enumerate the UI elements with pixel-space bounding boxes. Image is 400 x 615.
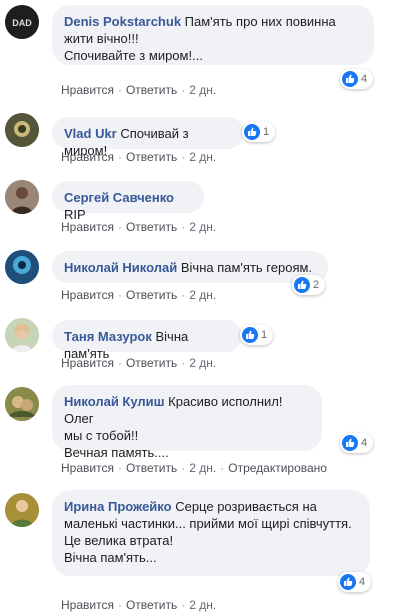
- reaction-number: 1: [261, 329, 268, 341]
- reply-link[interactable]: Ответить: [126, 356, 177, 370]
- comment-author[interactable]: Николай Николай: [64, 260, 177, 275]
- comment-bubble: Сергей Савченко RIP: [52, 181, 204, 222]
- comment-actions: Нравится · Ответить · 2 дн.: [61, 150, 217, 164]
- reply-link[interactable]: Ответить: [126, 220, 177, 234]
- comment-actions: Нравится · Ответить · 2 дн. · Отредактировано: [61, 461, 327, 475]
- comment: Николай Николай Вічна пам'ять героям. 2 …: [0, 248, 400, 313]
- avatar[interactable]: DAD: [5, 5, 39, 39]
- comment-text: Вічна пам'ять героям.: [180, 260, 313, 275]
- avatar[interactable]: [5, 387, 39, 421]
- reply-link[interactable]: Ответить: [126, 83, 177, 97]
- timestamp[interactable]: 2 дн.: [189, 220, 216, 234]
- like-thumb-icon: [244, 124, 260, 140]
- like-thumb-icon: [242, 327, 258, 343]
- reaction-count[interactable]: 4: [340, 69, 374, 89]
- avatar[interactable]: [5, 493, 39, 527]
- reply-link[interactable]: Ответить: [126, 150, 177, 164]
- like-thumb-icon: [340, 574, 356, 590]
- comment: Сергей Савченко RIP Нравится · Ответить · 2 …: [0, 175, 400, 245]
- like-link[interactable]: Нравится: [61, 598, 114, 612]
- avatar[interactable]: [5, 250, 39, 284]
- comment-bubble: Denis Pokstarchuk Пам'ять про них повинн…: [52, 5, 374, 65]
- comment-actions: Нравится · Ответить · 2 дн.: [61, 83, 217, 97]
- avatar[interactable]: [5, 318, 39, 352]
- comment-actions: Нравится · Ответить · 2 дн.: [61, 356, 217, 370]
- avatar[interactable]: [5, 180, 39, 214]
- comment-bubble: Николай Кулиш Красиво исполнил!Олег мы с …: [52, 385, 322, 460]
- reaction-count[interactable]: 4: [340, 433, 374, 453]
- comment-actions: Нравится · Ответить · 2 дн.: [61, 220, 217, 234]
- svg-text:DAD: DAD: [12, 18, 32, 28]
- comment-actions: Нравится · Ответить · 2 дн.: [61, 598, 217, 612]
- timestamp[interactable]: 2 дн.: [189, 150, 216, 164]
- reaction-count[interactable]: 1: [240, 325, 274, 345]
- avatar[interactable]: [5, 113, 39, 147]
- reaction-count[interactable]: 4: [338, 572, 372, 592]
- reply-link[interactable]: Ответить: [126, 598, 177, 612]
- like-link[interactable]: Нравится: [61, 83, 114, 97]
- comment: Таня Мазурок Вічна пам'ять 1 Нравится · От…: [0, 313, 400, 378]
- like-link[interactable]: Нравится: [61, 150, 114, 164]
- comment: Ирина Прожейко Серце розривається на мале…: [0, 488, 400, 615]
- timestamp[interactable]: 2 дн.: [189, 83, 216, 97]
- timestamp[interactable]: 2 дн.: [189, 598, 216, 612]
- comment: Николай Кулиш Красиво исполнил!Олег мы с …: [0, 380, 400, 485]
- comment-author[interactable]: Ирина Прожейко: [64, 499, 172, 514]
- comment-bubble: Ирина Прожейко Серце розривається на мале…: [52, 490, 370, 576]
- comment: DAD Denis Pokstarchuk Пам'ять про них по…: [0, 0, 400, 110]
- comment: Vlad Ukr Спочивай з миром! 1 Нравится · От…: [0, 110, 400, 182]
- reaction-number: 4: [361, 73, 368, 85]
- comment-bubble: Николай Николай Вічна пам'ять героям.: [52, 251, 328, 283]
- like-thumb-icon: [342, 435, 358, 451]
- like-thumb-icon: [342, 71, 358, 87]
- timestamp[interactable]: 2 дн.: [189, 288, 216, 302]
- reaction-number: 2: [313, 279, 320, 291]
- reply-link[interactable]: Ответить: [126, 288, 177, 302]
- like-link[interactable]: Нравится: [61, 288, 114, 302]
- comment-actions: Нравится · Ответить · 2 дн.: [61, 288, 217, 302]
- comment-author[interactable]: Николай Кулиш: [64, 394, 165, 409]
- reaction-number: 4: [361, 437, 368, 449]
- like-thumb-icon: [294, 277, 310, 293]
- like-link[interactable]: Нравится: [61, 220, 114, 234]
- reaction-number: 1: [263, 126, 270, 138]
- comment-bubble: Vlad Ukr Спочивай з миром!: [52, 117, 244, 158]
- reaction-count[interactable]: 1: [242, 122, 276, 142]
- reply-link[interactable]: Ответить: [126, 461, 177, 475]
- comment-author[interactable]: Denis Pokstarchuk: [64, 14, 181, 29]
- reaction-count[interactable]: 2: [292, 275, 326, 295]
- comment-author[interactable]: Vlad Ukr: [64, 126, 117, 141]
- timestamp[interactable]: 2 дн.: [189, 461, 216, 475]
- reaction-number: 4: [359, 576, 366, 588]
- comment-bubble: Таня Мазурок Вічна пам'ять: [52, 320, 242, 361]
- edited-label[interactable]: Отредактировано: [228, 461, 327, 475]
- comment-author[interactable]: Таня Мазурок: [64, 329, 152, 344]
- comment-author[interactable]: Сергей Савченко: [64, 190, 174, 205]
- like-link[interactable]: Нравится: [61, 461, 114, 475]
- like-link[interactable]: Нравится: [61, 356, 114, 370]
- timestamp[interactable]: 2 дн.: [189, 356, 216, 370]
